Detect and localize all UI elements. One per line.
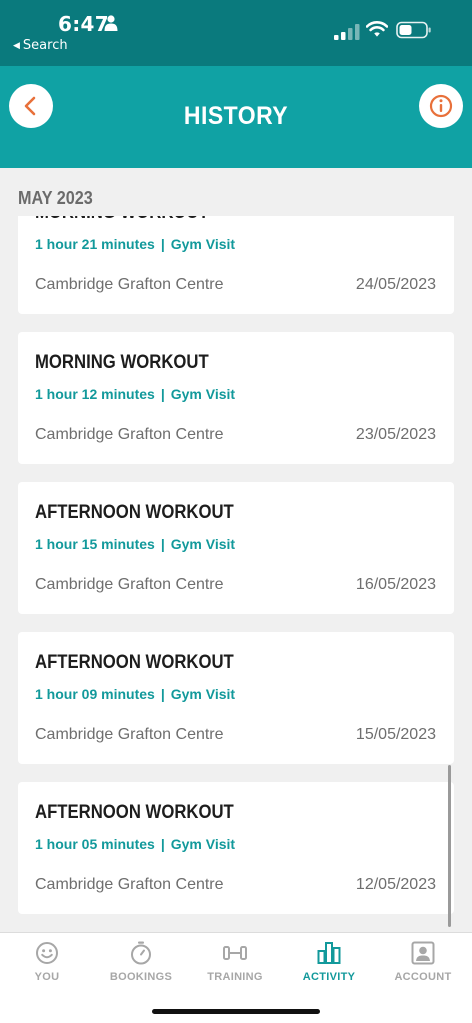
workout-type: Gym Visit	[170, 236, 236, 252]
meta-separator: |	[160, 686, 165, 702]
back-triangle-icon: ◀	[13, 41, 20, 51]
workout-title: AFTERNOON WORKOUT	[35, 652, 234, 673]
meta-separator: |	[160, 386, 165, 402]
workout-date: 16/05/2023	[355, 576, 436, 593]
workout-card[interactable]: AFTERNOON WORKOUT 1 hour 09 minutes | Gym …	[18, 632, 454, 764]
status-time: 6:47	[58, 12, 109, 36]
stopwatch-icon	[131, 941, 151, 965]
workout-meta: 1 hour 09 minutes | Gym Visit	[35, 686, 235, 702]
dumbbell-icon	[223, 946, 247, 960]
meta-separator: |	[160, 236, 165, 252]
workout-type: Gym Visit	[170, 386, 236, 402]
tab-label: BOOKINGS	[109, 971, 173, 983]
workout-duration: 1 hour 15 minutes	[35, 536, 155, 552]
tab-training[interactable]: TRAINING	[188, 933, 282, 993]
month-header: MAY 2023	[18, 188, 93, 208]
tab-label: ACTIVITY	[302, 971, 356, 983]
workout-meta: 1 hour 15 minutes | Gym Visit	[35, 536, 235, 552]
app-header: HISTORY	[0, 66, 472, 168]
workout-card[interactable]: AFTERNOON WORKOUT 1 hour 05 minutes | Gym …	[18, 782, 454, 914]
workout-duration: 1 hour 09 minutes	[35, 686, 155, 702]
workout-location: Cambridge Grafton Centre	[35, 426, 224, 443]
tab-label: ACCOUNT	[394, 971, 452, 983]
info-button[interactable]	[419, 84, 463, 128]
workout-duration: 1 hour 12 minutes	[35, 386, 155, 402]
workout-type: Gym Visit	[170, 536, 236, 552]
home-indicator[interactable]	[152, 1009, 320, 1014]
workout-title: MORNING WORKOUT	[35, 216, 209, 224]
workout-duration: 1 hour 05 minutes	[35, 836, 155, 852]
page-title: HISTORY	[183, 102, 289, 130]
workout-date: 24/05/2023	[355, 276, 436, 293]
status-bar: 6:47 ◀ Search	[0, 0, 472, 66]
tab-bookings[interactable]: BOOKINGS	[94, 933, 188, 993]
workout-title: MORNING WORKOUT	[35, 352, 209, 373]
wifi-icon	[366, 21, 388, 37]
info-icon	[429, 94, 453, 118]
tab-account[interactable]: ACCOUNT	[376, 933, 470, 993]
workout-type: Gym Visit	[170, 836, 236, 852]
workout-location: Cambridge Grafton Centre	[35, 576, 224, 593]
workout-list[interactable]: MORNING WORKOUT 1 hour 21 minutes | Gym Vi…	[0, 216, 472, 932]
workout-location: Cambridge Grafton Centre	[35, 726, 224, 743]
workout-duration: 1 hour 21 minutes	[35, 236, 155, 252]
person-icon	[104, 15, 118, 31]
workout-date: 15/05/2023	[355, 726, 436, 743]
workout-date: 23/05/2023	[355, 426, 436, 443]
back-search-label: Search	[22, 38, 68, 53]
tab-activity[interactable]: ACTIVITY	[282, 933, 376, 993]
smiley-icon	[36, 942, 58, 964]
tab-you[interactable]: YOU	[0, 933, 94, 993]
account-icon	[411, 941, 435, 965]
workout-title: AFTERNOON WORKOUT	[35, 802, 234, 823]
tab-label: YOU	[34, 971, 60, 983]
back-to-search-link[interactable]: ◀ Search	[13, 38, 68, 53]
scrollbar[interactable]	[448, 765, 451, 927]
workout-date: 12/05/2023	[355, 876, 436, 893]
workout-meta: 1 hour 21 minutes | Gym Visit	[35, 236, 235, 252]
workout-card[interactable]: AFTERNOON WORKOUT 1 hour 15 minutes | Gym …	[18, 482, 454, 614]
meta-separator: |	[160, 836, 165, 852]
meta-separator: |	[160, 536, 165, 552]
workout-title: AFTERNOON WORKOUT	[35, 502, 234, 523]
workout-location: Cambridge Grafton Centre	[35, 276, 224, 293]
workout-meta: 1 hour 05 minutes | Gym Visit	[35, 836, 235, 852]
signal-icon	[334, 24, 360, 40]
workout-card[interactable]: MORNING WORKOUT 1 hour 21 minutes | Gym Vi…	[18, 216, 454, 314]
bar-chart-icon	[317, 942, 341, 964]
workout-card[interactable]: MORNING WORKOUT 1 hour 12 minutes | Gym Vi…	[18, 332, 454, 464]
workout-type: Gym Visit	[170, 686, 236, 702]
tab-label: TRAINING	[207, 971, 263, 983]
workout-meta: 1 hour 12 minutes | Gym Visit	[35, 386, 235, 402]
workout-location: Cambridge Grafton Centre	[35, 876, 224, 893]
battery-icon	[396, 21, 431, 39]
